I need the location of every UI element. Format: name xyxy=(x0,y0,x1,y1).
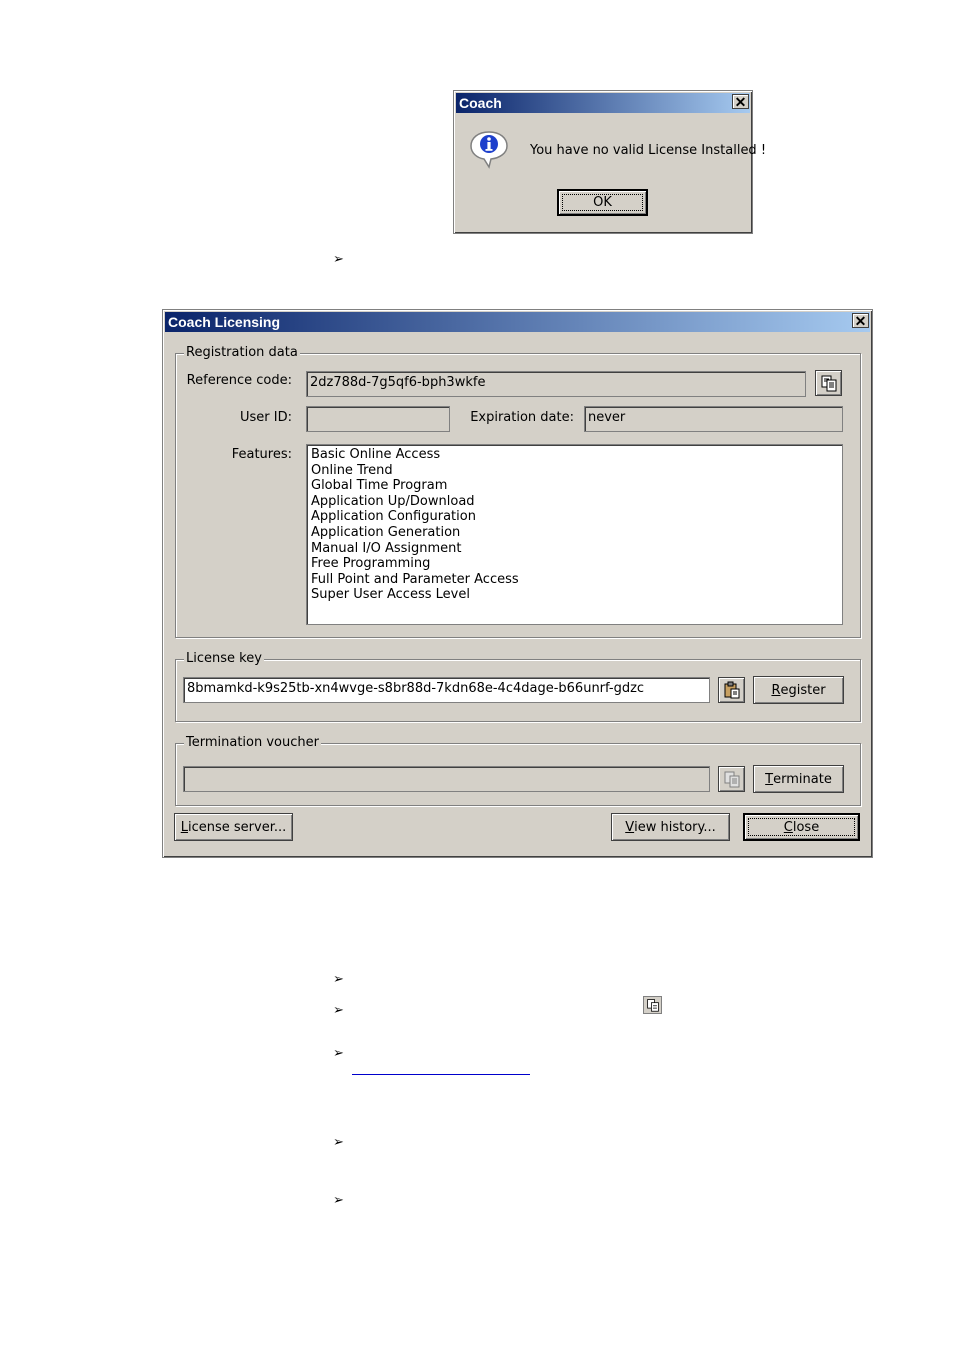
message-box-title: Coach xyxy=(456,93,750,113)
list-item: Super User Access Level xyxy=(311,587,470,603)
copy-icon xyxy=(821,375,836,392)
register-label-underlined: R xyxy=(771,682,781,698)
close-focus-rect xyxy=(748,818,855,836)
bullet-arrow-3: ➢ xyxy=(333,1002,344,1017)
features-list[interactable]: Basic Online Access Online Trend Global … xyxy=(306,444,843,625)
info-icon xyxy=(470,131,508,169)
registration-group-label: Registration data xyxy=(184,345,300,360)
list-item: Application Configuration xyxy=(311,509,476,525)
reference-code-label: Reference code: xyxy=(186,373,292,388)
inline-copy-icon xyxy=(643,996,662,1014)
licensing-title: Coach Licensing xyxy=(165,312,870,332)
copy-reference-button[interactable] xyxy=(815,370,842,396)
view-history-label-rest: iew history... xyxy=(634,819,716,835)
list-item: Basic Online Access xyxy=(311,447,441,462)
list-item: Online Trend xyxy=(311,462,393,478)
view-history-label-underlined: V xyxy=(625,819,635,835)
terminate-label-underlined: T xyxy=(765,771,774,787)
expiration-date-label: Expiration date: xyxy=(470,410,574,425)
license-key-input[interactable]: 8bmamkd-k9s25tb-xn4wvge-s8br88d-7kdn68e-… xyxy=(183,677,710,703)
message-text: You have no valid License Installed ! xyxy=(530,143,767,158)
bullet-arrow-5: ➢ xyxy=(333,1134,344,1149)
register-button[interactable]: Register xyxy=(753,676,844,704)
features-label: Features: xyxy=(231,447,292,462)
licensing-close-x-button[interactable]: ✕ xyxy=(852,313,869,328)
ok-focus-rect xyxy=(562,194,643,211)
termination-voucher-field[interactable] xyxy=(183,766,710,792)
user-id-field[interactable] xyxy=(306,406,450,432)
close-button[interactable]: Close xyxy=(743,813,860,841)
list-item: Free Programming xyxy=(311,556,431,572)
bullet-arrow-6: ➢ xyxy=(333,1192,344,1207)
termination-group-label: Termination voucher xyxy=(184,735,321,750)
coach-licensing-dialog: Coach Licensing ✕ Registration data Refe… xyxy=(162,309,873,858)
license-server-label-underlined: L xyxy=(180,819,188,835)
coach-message-box: Coach ✕ You have no valid License Instal… xyxy=(453,90,766,234)
list-item: Full Point and Parameter Access xyxy=(311,571,519,587)
bullet-arrow-2: ➢ xyxy=(333,971,344,986)
copy-icon xyxy=(724,771,739,788)
paste-icon xyxy=(724,681,739,699)
license-key-group-label: License key xyxy=(184,651,264,666)
list-item: Global Time Program xyxy=(311,478,448,494)
message-box-close-button[interactable]: ✕ xyxy=(732,94,749,109)
copy-termination-button[interactable] xyxy=(718,766,745,792)
link-underline[interactable] xyxy=(352,1074,530,1075)
view-history-button[interactable]: View history... xyxy=(611,813,730,841)
list-item: Manual I/O Assignment xyxy=(311,540,462,556)
expiration-date-field[interactable]: never xyxy=(584,406,843,432)
terminate-button[interactable]: Terminate xyxy=(753,765,844,793)
copy-icon xyxy=(646,999,659,1012)
bullet-arrow-4: ➢ xyxy=(333,1045,344,1060)
license-server-button[interactable]: License server... xyxy=(174,813,293,841)
list-item: Application Up/Download xyxy=(311,493,475,509)
list-item: Application Generation xyxy=(311,524,461,540)
ok-button[interactable]: OK xyxy=(557,189,648,216)
bullet-arrow-1: ➢ xyxy=(333,251,344,266)
terminate-label-rest: erminate xyxy=(773,771,832,787)
license-server-label-rest: icense server... xyxy=(187,819,287,835)
user-id-label: User ID: xyxy=(240,410,292,425)
paste-license-button[interactable] xyxy=(718,677,745,703)
register-label-rest: egister xyxy=(780,682,826,698)
reference-code-field[interactable]: 2dz788d-7g5qf6-bph3wkfe xyxy=(306,371,806,397)
